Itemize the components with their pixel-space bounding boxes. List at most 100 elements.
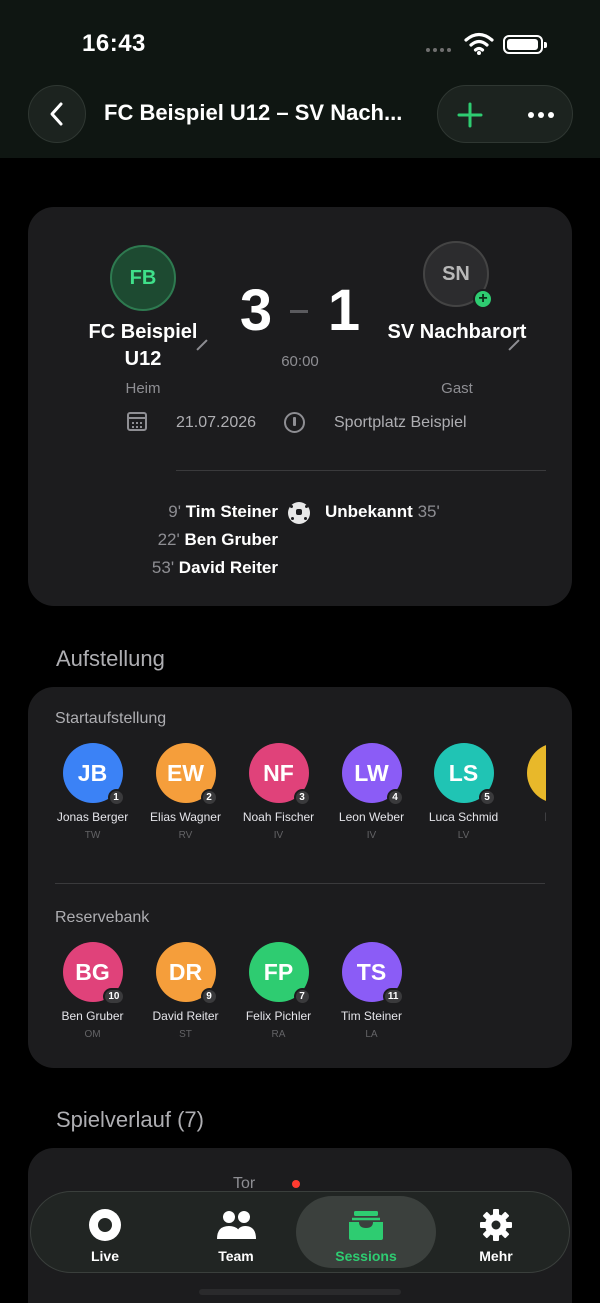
location-icon xyxy=(284,412,305,433)
avatar: TS 11 xyxy=(341,942,404,1005)
away-team-name: SV Nachbarort xyxy=(387,321,527,343)
tab-live[interactable]: Live xyxy=(35,1196,175,1268)
bench-list: BG 10 Ben Gruber OM DR 9 David Reiter ST… xyxy=(28,942,546,1068)
player-initials: JB xyxy=(77,759,108,786)
jersey-number-badge: 1 xyxy=(107,789,125,806)
player-name: Finn xyxy=(510,810,546,825)
away-team-crest[interactable]: SN + xyxy=(423,241,493,309)
player-initials: LW xyxy=(354,759,389,786)
jersey-number-badge: 7 xyxy=(293,988,311,1005)
player-name: Elias Wagner xyxy=(150,810,221,824)
avatar: NF 3 xyxy=(248,743,311,806)
player-card[interactable]: NF 3 Noah Fischer IV xyxy=(232,743,325,841)
avatar: FI xyxy=(526,743,546,803)
player-name: Luca Schmid xyxy=(428,810,499,824)
player-card[interactable]: EW 2 Elias Wagner RV xyxy=(139,743,232,841)
player-position: ST xyxy=(179,1029,192,1040)
player-card[interactable]: DR 9 David Reiter ST xyxy=(139,942,232,1040)
player-position: OM xyxy=(84,1029,101,1040)
score-separator xyxy=(290,310,308,313)
lineup-card: Startaufstellung JB 1 Jonas Berger TW EW… xyxy=(28,687,572,1068)
match-score-card: FB SN + FC Beispiel U12 SV Nachbarort He… xyxy=(28,207,572,606)
wifi-icon xyxy=(464,32,494,55)
player-initials: LS xyxy=(448,759,479,786)
player-initials: TS xyxy=(356,958,387,985)
home-goal: 22' Ben Gruber xyxy=(78,530,278,550)
tab-team[interactable]: Team xyxy=(166,1196,306,1268)
tab-mehr[interactable]: Mehr xyxy=(426,1196,566,1268)
page-title: FC Beispiel U12 – SV Nach... xyxy=(104,100,403,125)
home-team-name: FC Beispiel U12 xyxy=(88,321,198,370)
player-initials: BG xyxy=(75,958,110,985)
divider xyxy=(55,883,545,884)
more-button[interactable] xyxy=(520,97,562,133)
home-goal: 9' Tim Steiner xyxy=(78,502,278,522)
tab-label: Mehr xyxy=(479,1248,513,1264)
player-card[interactable]: FI Finn xyxy=(510,743,546,825)
goal-minute: 53' xyxy=(151,558,175,577)
plus-icon xyxy=(457,102,483,128)
player-card[interactable]: BG 10 Ben Gruber OM xyxy=(46,942,139,1040)
gear-icon xyxy=(480,1209,512,1241)
starting-lineup-title: Startaufstellung xyxy=(55,710,167,727)
player-card[interactable]: TS 11 Tim Steiner LA xyxy=(325,942,418,1040)
player-position: IV xyxy=(273,830,284,841)
player-name: Tim Steiner xyxy=(341,1009,402,1023)
player-card[interactable]: LS 5 Luca Schmid LV xyxy=(417,743,510,841)
soccer-ball-icon xyxy=(288,502,310,524)
player-card[interactable]: FP 7 Felix Pichler RA xyxy=(232,942,325,1040)
home-goal: 53' David Reiter xyxy=(78,558,278,578)
goal-scorer: David Reiter xyxy=(178,558,278,577)
home-team-role: Heim xyxy=(125,380,161,397)
calendar-icon xyxy=(127,412,147,431)
jersey-number-badge: 9 xyxy=(200,988,218,1005)
player-name: Ben Gruber xyxy=(61,1009,124,1023)
tab-label: Sessions xyxy=(335,1248,397,1264)
home-score: 3 xyxy=(239,278,273,343)
timeline-section-title: Spielverlauf (7) xyxy=(56,1107,204,1132)
player-card[interactable]: JB 1 Jonas Berger TW xyxy=(46,743,139,841)
signal-icon xyxy=(426,48,451,52)
home-team-crest[interactable]: FB xyxy=(110,245,176,311)
divider xyxy=(176,470,546,471)
starting-lineup-list: JB 1 Jonas Berger TW EW 2 Elias Wagner R… xyxy=(28,743,546,873)
more-dot xyxy=(538,112,544,118)
avatar: LS 5 xyxy=(433,743,496,806)
player-initials: EW xyxy=(166,759,205,786)
more-dot xyxy=(548,112,554,118)
player-name: Jonas Berger xyxy=(56,810,129,824)
tab-label: Live xyxy=(90,1248,119,1264)
player-initials: FP xyxy=(263,958,294,985)
goal-minute: 9' xyxy=(168,502,181,521)
battery-icon xyxy=(503,35,547,54)
avatar: JB 1 xyxy=(62,743,125,806)
player-position: LV xyxy=(457,830,470,841)
player-name: Noah Fischer xyxy=(242,810,315,824)
goal-minute: 22' xyxy=(157,530,180,549)
header-actions xyxy=(437,85,573,143)
away-score: 1 xyxy=(327,278,361,343)
player-card[interactable]: LW 4 Leon Weber IV xyxy=(325,743,418,841)
team-icon xyxy=(217,1211,256,1239)
more-dot xyxy=(528,112,534,118)
player-name: Felix Pichler xyxy=(245,1009,312,1023)
home-indicator xyxy=(199,1289,401,1295)
goal-scorer: Tim Steiner xyxy=(185,502,278,521)
avatar: DR 9 xyxy=(155,942,218,1005)
add-button[interactable] xyxy=(452,97,488,133)
jersey-number-badge: 10 xyxy=(103,988,125,1005)
add-crest-icon[interactable]: + xyxy=(473,289,493,309)
player-initials: NF xyxy=(263,759,294,786)
tab-bar: Live Team Sessions Mehr xyxy=(30,1191,570,1273)
back-button[interactable] xyxy=(28,85,86,143)
goal-minute: 35' xyxy=(417,502,440,521)
match-date: 21.07.2026 xyxy=(176,414,257,431)
lineup-section-title: Aufstellung xyxy=(56,646,165,671)
avatar: LW 4 xyxy=(341,743,404,806)
away-goal: Unbekannt 35' xyxy=(325,502,440,522)
player-initials: DR xyxy=(168,958,203,985)
away-team-role: Gast xyxy=(441,380,473,397)
tab-label: Team xyxy=(218,1248,254,1264)
tab-sessions[interactable]: Sessions xyxy=(296,1196,436,1268)
bench-title: Reservebank xyxy=(55,909,150,926)
